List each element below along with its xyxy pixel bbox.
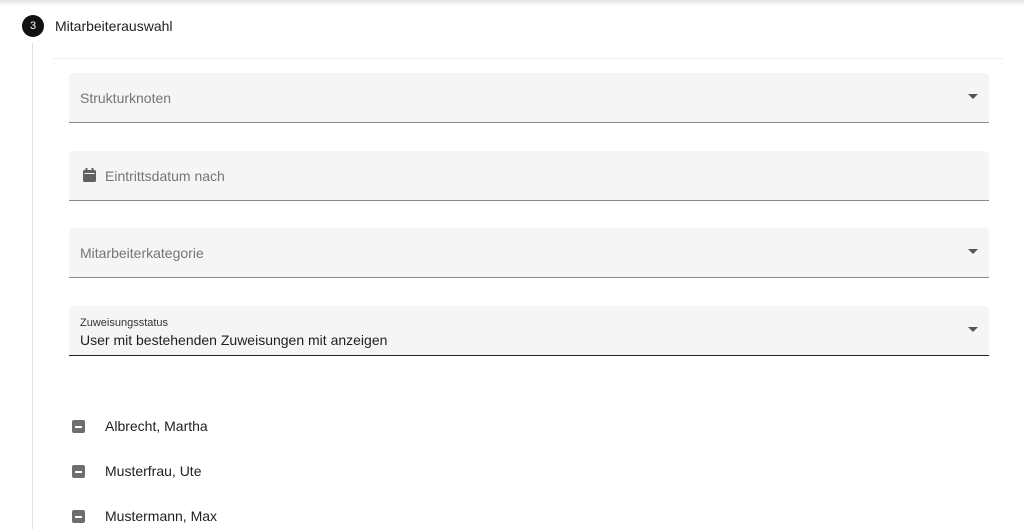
- employee-list-item[interactable]: Mustermann, Max: [72, 506, 217, 526]
- step-title: Mitarbeiterauswahl: [55, 18, 173, 34]
- zuweisungsstatus-select[interactable]: Zuweisungsstatus User mit bestehenden Zu…: [69, 306, 989, 356]
- dropdown-arrow-icon: [968, 327, 978, 332]
- employee-list-item[interactable]: Albrecht, Martha: [72, 416, 208, 436]
- panel-divider: [52, 58, 1004, 59]
- mitarbeiterkategorie-placeholder: Mitarbeiterkategorie: [80, 245, 204, 261]
- indeterminate-checkbox[interactable]: [72, 464, 85, 478]
- dropdown-arrow-icon: [968, 94, 978, 99]
- step-connector-line: [32, 43, 33, 529]
- top-shadow: [0, 0, 1024, 6]
- dropdown-arrow-icon: [968, 249, 978, 254]
- zuweisungsstatus-label: Zuweisungsstatus: [80, 317, 169, 329]
- employee-list-item[interactable]: Musterfrau, Ute: [72, 461, 201, 481]
- calendar-icon[interactable]: [83, 168, 96, 187]
- strukturknoten-placeholder: Strukturknoten: [80, 90, 172, 106]
- step-header[interactable]: 3 Mitarbeiterauswahl: [22, 15, 173, 37]
- strukturknoten-select[interactable]: Strukturknoten: [69, 73, 989, 123]
- eintrittsdatum-placeholder: Eintrittsdatum nach: [105, 168, 225, 184]
- indeterminate-checkbox[interactable]: [72, 509, 85, 523]
- employee-name: Albrecht, Martha: [105, 418, 208, 434]
- mitarbeiterkategorie-select[interactable]: Mitarbeiterkategorie: [69, 228, 989, 278]
- eintrittsdatum-input[interactable]: Eintrittsdatum nach: [69, 151, 989, 201]
- step-number-badge: 3: [22, 15, 44, 37]
- employee-name: Mustermann, Max: [105, 508, 218, 524]
- employee-name: Musterfrau, Ute: [105, 463, 202, 479]
- indeterminate-checkbox[interactable]: [72, 419, 85, 433]
- zuweisungsstatus-value: User mit bestehenden Zuweisungen mit anz…: [80, 332, 388, 348]
